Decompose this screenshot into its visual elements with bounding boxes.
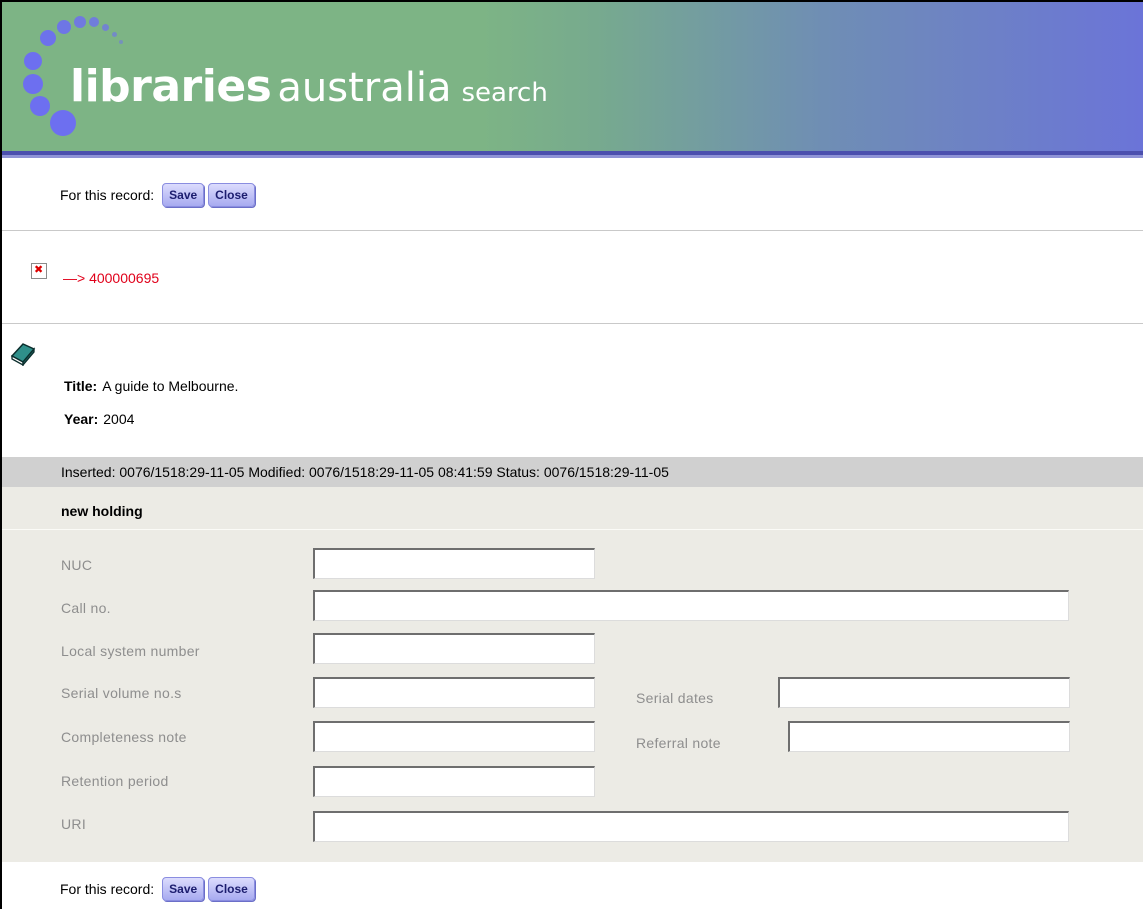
record-number-link[interactable]: —> 400000695 <box>63 270 159 286</box>
record-actions-label: For this record: <box>60 881 155 897</box>
logo-dot <box>50 110 76 136</box>
site-logo[interactable]: libraries australia search <box>70 65 548 109</box>
logo-dot <box>102 24 109 31</box>
record-actions-top: For this record: Save Close <box>60 183 255 207</box>
serial-volume-label: Serial volume no.s <box>61 685 182 701</box>
serial-volume-input[interactable] <box>313 677 595 708</box>
form-heading: new holding <box>61 503 143 519</box>
form-divider <box>2 529 1143 530</box>
call-no-input[interactable] <box>313 590 1069 621</box>
completeness-note-label: Completeness note <box>61 729 187 745</box>
local-system-number-input[interactable] <box>313 633 595 664</box>
logo-dot <box>112 32 117 37</box>
referral-note-input[interactable] <box>788 721 1070 752</box>
record-status-bar: Inserted: 0076/1518:29-11-05 Modified: 0… <box>2 457 1143 487</box>
site-header-banner: libraries australia search <box>2 2 1143 151</box>
referral-note-label: Referral note <box>636 735 721 751</box>
title-label: Title: <box>64 378 98 394</box>
logo-dot <box>57 20 71 34</box>
logo-brand-main: libraries <box>70 61 272 112</box>
local-system-number-label: Local system number <box>61 643 200 659</box>
logo-dot <box>23 74 43 94</box>
book-icon <box>10 343 36 366</box>
serial-dates-label: Serial dates <box>636 690 714 706</box>
logo-dot <box>119 40 123 44</box>
year-label: Year: <box>64 411 99 427</box>
section-divider <box>2 323 1143 324</box>
record-actions-bottom: For this record: Save Close <box>60 877 255 901</box>
uri-input[interactable] <box>313 811 1069 842</box>
record-actions-label: For this record: <box>60 187 155 203</box>
logo-dot <box>30 96 50 116</box>
logo-dot <box>74 16 86 28</box>
retention-period-label: Retention period <box>61 773 169 789</box>
record-year-row: Year: 2004 <box>64 411 134 427</box>
record-title: A guide to Melbourne. <box>102 378 239 394</box>
logo-dot <box>40 30 56 46</box>
record-status-text: Inserted: 0076/1518:29-11-05 Modified: 0… <box>61 464 669 480</box>
serial-dates-input[interactable] <box>778 677 1070 708</box>
save-button[interactable]: Save <box>162 183 205 207</box>
record-title-row: Title: A guide to Melbourne. <box>64 378 238 394</box>
close-button[interactable]: Close <box>208 183 255 207</box>
logo-dot <box>24 52 42 70</box>
logo-dot <box>89 17 99 27</box>
new-holding-form: new holding NUC Call no. Local system nu… <box>2 487 1143 862</box>
record-year: 2004 <box>103 411 135 427</box>
logo-brand-country: australia <box>277 65 452 111</box>
retention-period-input[interactable] <box>313 766 595 797</box>
save-button[interactable]: Save <box>162 877 205 901</box>
close-button[interactable]: Close <box>208 877 255 901</box>
nuc-label: NUC <box>61 557 93 573</box>
section-divider <box>2 230 1143 231</box>
logo-brand-sub: search <box>461 78 548 108</box>
uri-label: URI <box>61 816 87 832</box>
broken-image-icon <box>31 263 47 279</box>
header-divider-light <box>2 155 1143 158</box>
call-no-label: Call no. <box>61 600 111 616</box>
nuc-input[interactable] <box>313 548 595 579</box>
completeness-note-input[interactable] <box>313 721 595 752</box>
